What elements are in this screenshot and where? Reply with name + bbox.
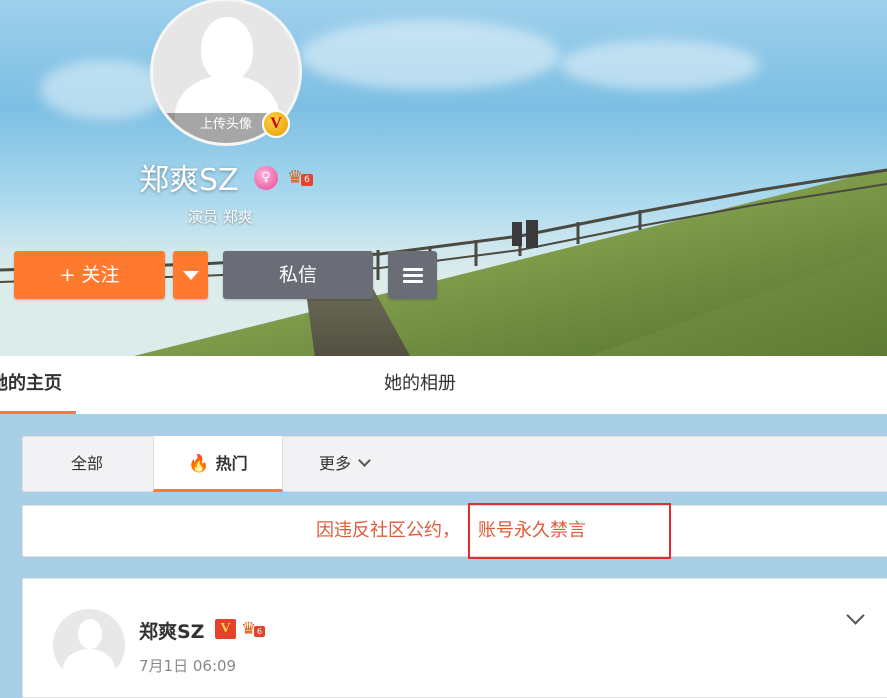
post-options-chevron-icon[interactable] <box>846 606 865 625</box>
tab-home[interactable]: 她的主页 <box>0 356 76 414</box>
member-crown-icon[interactable]: ♛ 6 <box>287 166 313 190</box>
filter-all[interactable]: 全部 <box>71 437 103 491</box>
more-menu-button[interactable] <box>388 251 437 299</box>
caret-down-icon <box>182 271 199 280</box>
profile-subtitle: 演员 郑爽 <box>188 208 253 226</box>
ban-notice-prefix: 因违反社区公约， <box>316 520 460 541</box>
filter-more-label: 更多 <box>319 454 352 473</box>
filter-hot-label: 热门 <box>215 454 248 473</box>
tab-album[interactable]: 她的相册 <box>384 356 456 414</box>
post-timestamp[interactable]: 7月1日 06:09 <box>139 655 236 676</box>
filter-more[interactable]: 更多 <box>319 437 371 491</box>
post-author-name[interactable]: 郑爽SZ <box>139 617 204 644</box>
highlight-box <box>468 503 671 559</box>
follow-dropdown-button[interactable] <box>173 251 208 299</box>
post-member-level-badge: 6 <box>254 626 265 637</box>
feed-filter-bar: 全部 🔥 热门 更多 <box>22 436 887 492</box>
ban-notice: 因违反社区公约， 账号永久禁言 <box>22 505 887 557</box>
follow-button[interactable]: + 关注 <box>14 251 165 299</box>
chevron-down-icon <box>358 454 371 467</box>
profile-tab-bar: 她的主页 她的相册 <box>0 356 887 414</box>
message-button[interactable]: 私信 <box>223 251 373 299</box>
hamburger-menu-icon <box>402 265 423 286</box>
feed-post: 郑爽SZ V ♛ 6 7月1日 06:09 <box>22 578 887 698</box>
flame-icon: 🔥 <box>188 454 210 474</box>
profile-name: 郑爽SZ <box>139 163 239 198</box>
post-member-crown-icon[interactable]: ♛ 6 <box>241 618 267 640</box>
post-verified-icon: V <box>215 619 236 639</box>
member-level-badge: 6 <box>301 174 313 186</box>
verified-badge-icon: V <box>262 110 290 138</box>
female-badge-icon: ♀ <box>254 166 278 190</box>
cover-banner <box>0 0 887 356</box>
filter-hot[interactable]: 🔥 热门 <box>153 436 283 492</box>
post-author-avatar[interactable] <box>53 609 125 681</box>
